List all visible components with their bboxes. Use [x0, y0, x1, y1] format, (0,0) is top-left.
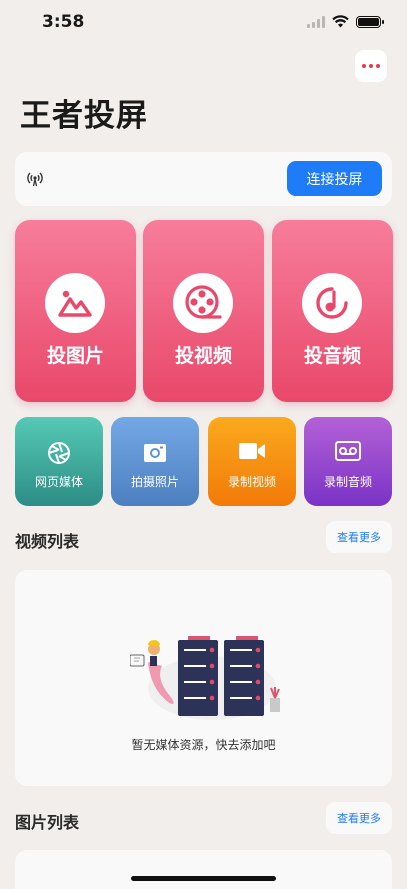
- camera-icon: [111, 441, 199, 463]
- record-audio-label: 录制音频: [323, 475, 372, 489]
- cassette-icon: [304, 441, 392, 461]
- page-title: 王者投屏: [20, 98, 148, 134]
- status-icons: [307, 15, 384, 28]
- video-camera-icon: [208, 441, 296, 461]
- image-list-panel: [15, 850, 392, 889]
- more-dot: [362, 64, 366, 68]
- more-dot: [376, 64, 380, 68]
- empty-state-illustration: [130, 636, 280, 720]
- cast-audio-label: 投音频: [303, 345, 361, 367]
- wifi-icon: [332, 15, 349, 28]
- connect-cast-button[interactable]: 连接投屏: [287, 161, 382, 196]
- aperture-icon: [15, 441, 103, 465]
- empty-state-text: 暂无媒体资源，快去添加吧: [131, 738, 276, 752]
- web-media-label: 网页媒体: [34, 475, 83, 489]
- image-list-title: 图片列表: [15, 813, 80, 832]
- record-video-card[interactable]: 录制视频: [208, 417, 296, 506]
- image-icon: [45, 273, 105, 333]
- broadcast-icon: [27, 172, 43, 187]
- cellular-signal-icon: [307, 15, 325, 28]
- cast-video-label: 投视频: [174, 345, 232, 367]
- record-video-label: 录制视频: [227, 475, 276, 489]
- status-bar: 3:58: [0, 0, 407, 46]
- image-see-more-button[interactable]: 查看更多: [326, 802, 392, 834]
- video-list-title: 视频列表: [15, 532, 80, 551]
- film-reel-icon: [173, 273, 233, 333]
- cast-video-card[interactable]: 投视频: [143, 220, 264, 402]
- more-options-button[interactable]: [355, 50, 387, 82]
- take-photo-label: 拍摄照片: [130, 475, 179, 489]
- video-see-more-button[interactable]: 查看更多: [326, 521, 392, 553]
- cast-image-card[interactable]: 投图片: [15, 220, 136, 402]
- more-dot: [369, 64, 373, 68]
- music-icon: [302, 273, 362, 333]
- video-list-panel: 暂无媒体资源，快去添加吧: [15, 570, 392, 786]
- cast-image-label: 投图片: [46, 345, 104, 367]
- battery-icon: [356, 15, 384, 28]
- web-media-card[interactable]: 网页媒体: [15, 417, 103, 506]
- cast-audio-card[interactable]: 投音频: [272, 220, 393, 402]
- take-photo-card[interactable]: 拍摄照片: [111, 417, 199, 506]
- connect-bar: 连接投屏: [15, 152, 392, 206]
- status-time: 3:58: [42, 12, 85, 32]
- record-audio-card[interactable]: 录制音频: [304, 417, 392, 506]
- home-indicator: [131, 876, 276, 881]
